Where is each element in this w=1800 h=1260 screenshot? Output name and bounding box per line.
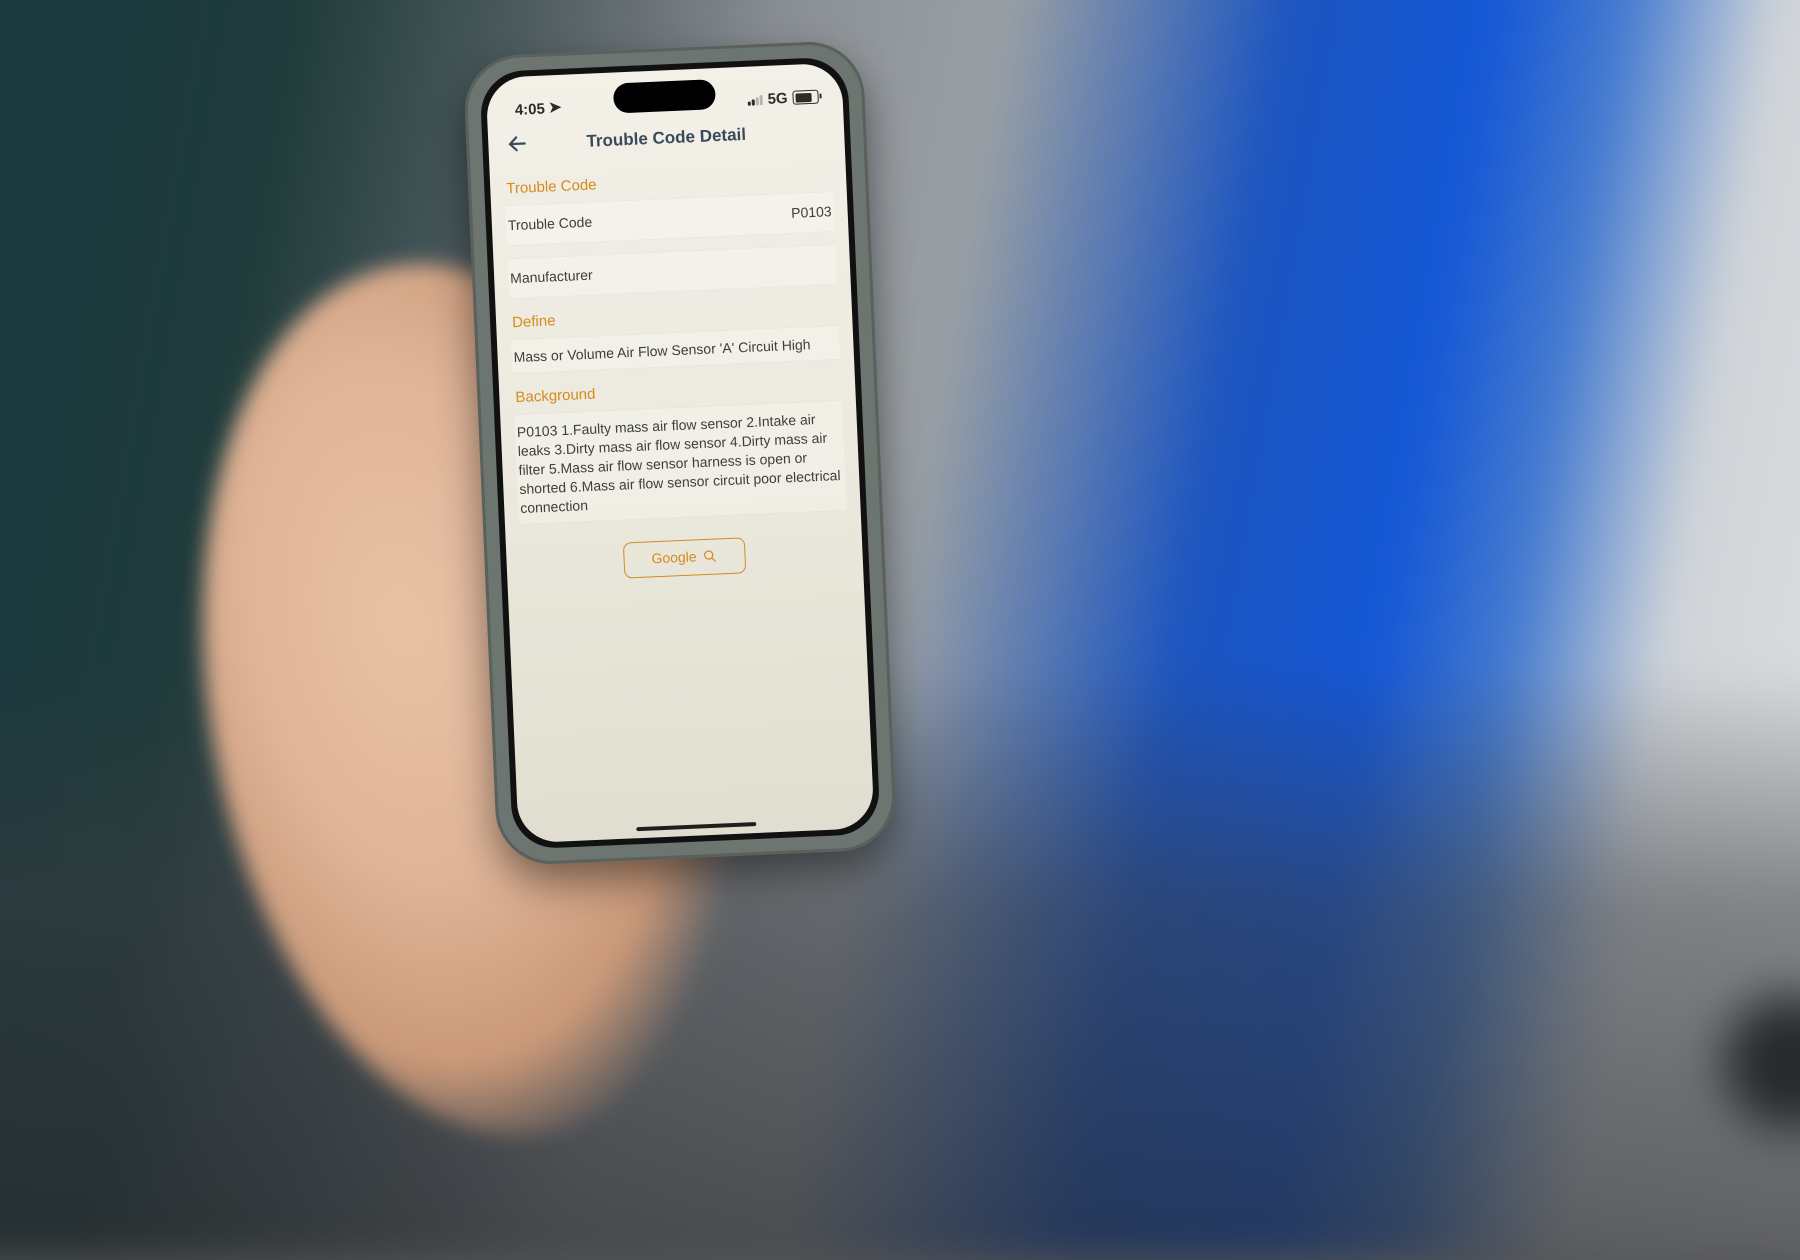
- location-icon: ➤: [548, 98, 561, 117]
- content: Trouble Code Trouble Code P0103 Manufact…: [489, 151, 863, 584]
- phone-screen: 4:05 ➤ 5G Trouble Code Detail Trouble Co…: [485, 63, 874, 844]
- home-indicator[interactable]: [636, 822, 756, 831]
- google-button[interactable]: Google: [623, 537, 746, 578]
- trouble-code-key: Trouble Code: [508, 213, 593, 236]
- manufacturer-key: Manufacturer: [510, 266, 593, 288]
- status-time: 4:05: [515, 100, 546, 118]
- search-icon: [702, 549, 718, 565]
- google-button-label: Google: [651, 548, 697, 569]
- back-button[interactable]: [502, 132, 533, 157]
- phone-bezel: 4:05 ➤ 5G Trouble Code Detail Trouble Co…: [479, 56, 881, 849]
- arrow-left-icon: [506, 132, 529, 155]
- trouble-code-value: P0103: [791, 202, 832, 223]
- phone-case: 4:05 ➤ 5G Trouble Code Detail Trouble Co…: [463, 40, 898, 867]
- cell-signal-icon: [748, 94, 763, 106]
- network-label: 5G: [767, 89, 788, 107]
- dynamic-island: [613, 79, 716, 113]
- background-text: P0103 1.Faulty mass air flow sensor 2.In…: [514, 400, 847, 525]
- manufacturer-value: [834, 255, 835, 274]
- battery-icon: [792, 90, 819, 105]
